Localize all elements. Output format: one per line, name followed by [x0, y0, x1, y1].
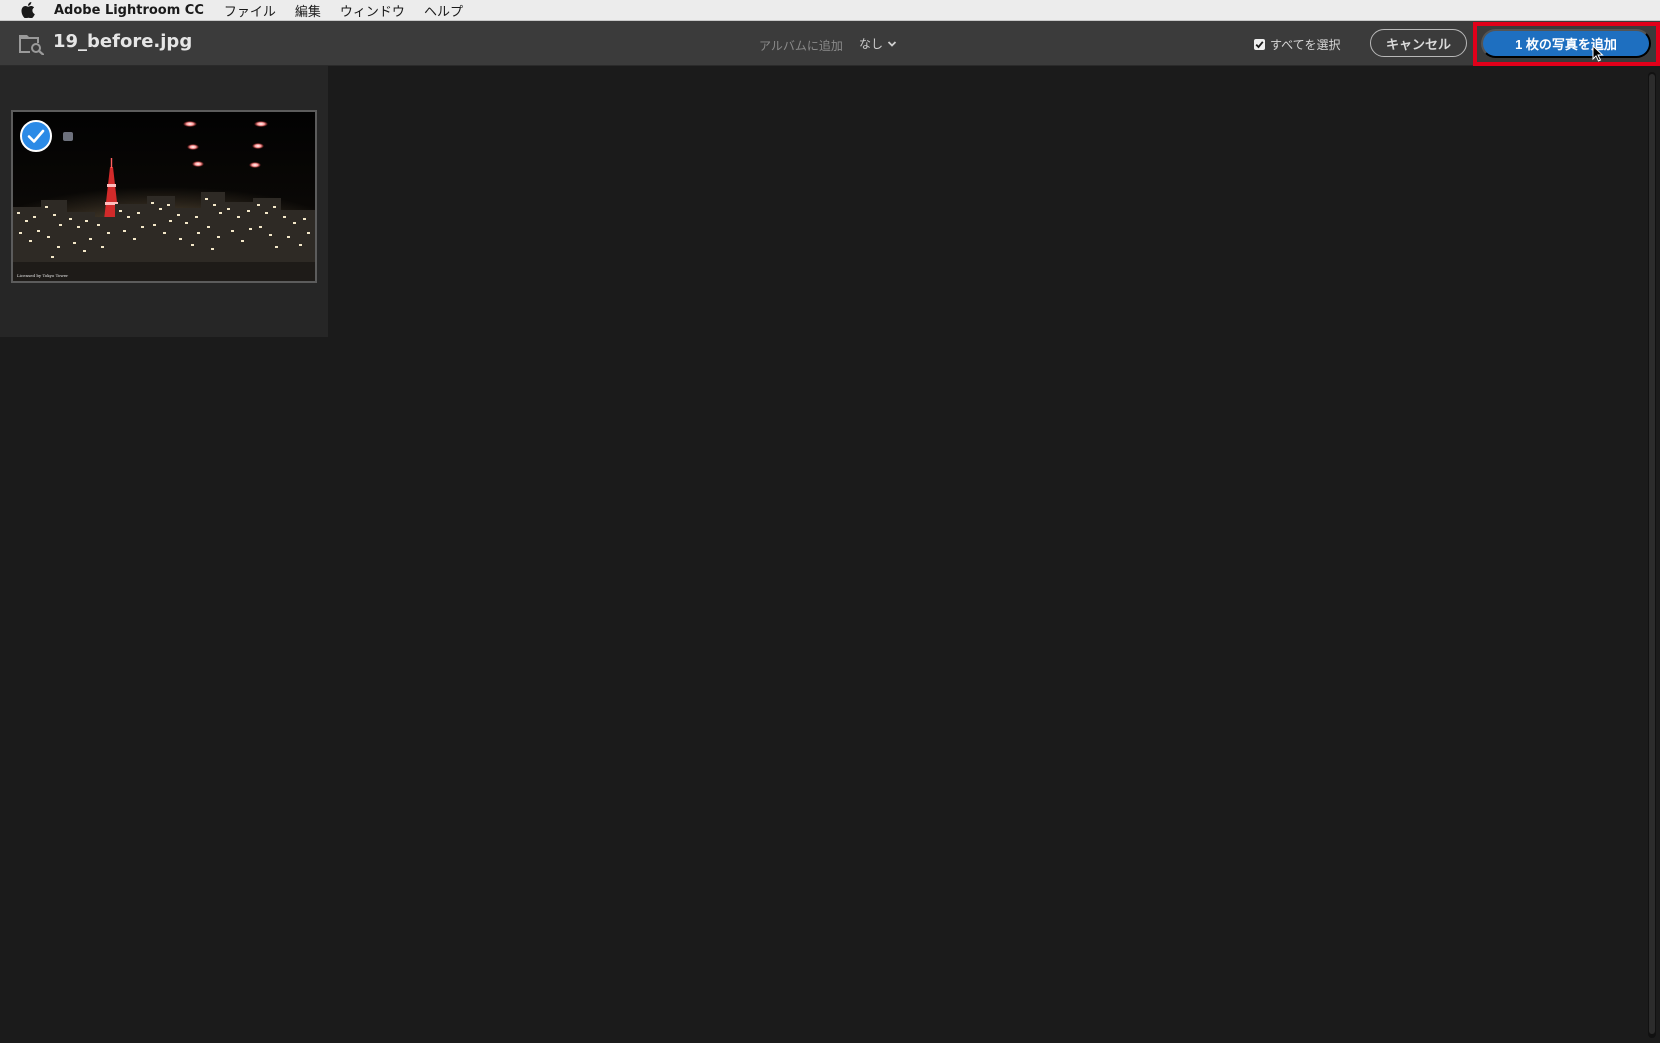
- select-all-toggle[interactable]: すべてを選択: [1254, 36, 1340, 53]
- mouse-cursor-icon: [1592, 44, 1604, 62]
- album-dropdown[interactable]: なし: [859, 35, 897, 52]
- select-all-checkbox[interactable]: [1254, 39, 1265, 50]
- file-title: 19_before.jpg: [53, 31, 193, 52]
- menu-bar: Adobe Lightroom CC ファイル 編集 ウィンドウ ヘルプ: [0, 0, 1660, 21]
- photo-selected-check-icon[interactable]: [20, 120, 52, 152]
- app-name-menu[interactable]: Adobe Lightroom CC: [54, 3, 204, 18]
- menu-help[interactable]: ヘルプ: [424, 1, 463, 20]
- photo-thumbnail[interactable]: Licensed by Tokyo Tower: [11, 110, 317, 283]
- photo-watermark: Licensed by Tokyo Tower: [17, 273, 69, 278]
- menu-file[interactable]: ファイル: [224, 1, 276, 20]
- album-label: アルバムに追加: [759, 39, 843, 53]
- add-photos-button[interactable]: 1 枚の写真を追加: [1481, 29, 1651, 58]
- apple-icon[interactable]: [20, 2, 36, 18]
- grid-scrollbar-thumb[interactable]: [1649, 74, 1655, 1034]
- menu-window[interactable]: ウィンドウ: [340, 1, 405, 20]
- import-toolbar: 19_before.jpg アルバムに追加 なし すべてを選択 キャンセル 1 …: [0, 21, 1660, 66]
- select-all-label: すべてを選択: [1270, 38, 1341, 52]
- folder-search-icon: [18, 31, 45, 56]
- cancel-button[interactable]: キャンセル: [1370, 29, 1467, 57]
- menu-edit[interactable]: 編集: [295, 1, 321, 20]
- album-dropdown-value: なし: [859, 37, 884, 51]
- chevron-down-icon: [887, 37, 897, 51]
